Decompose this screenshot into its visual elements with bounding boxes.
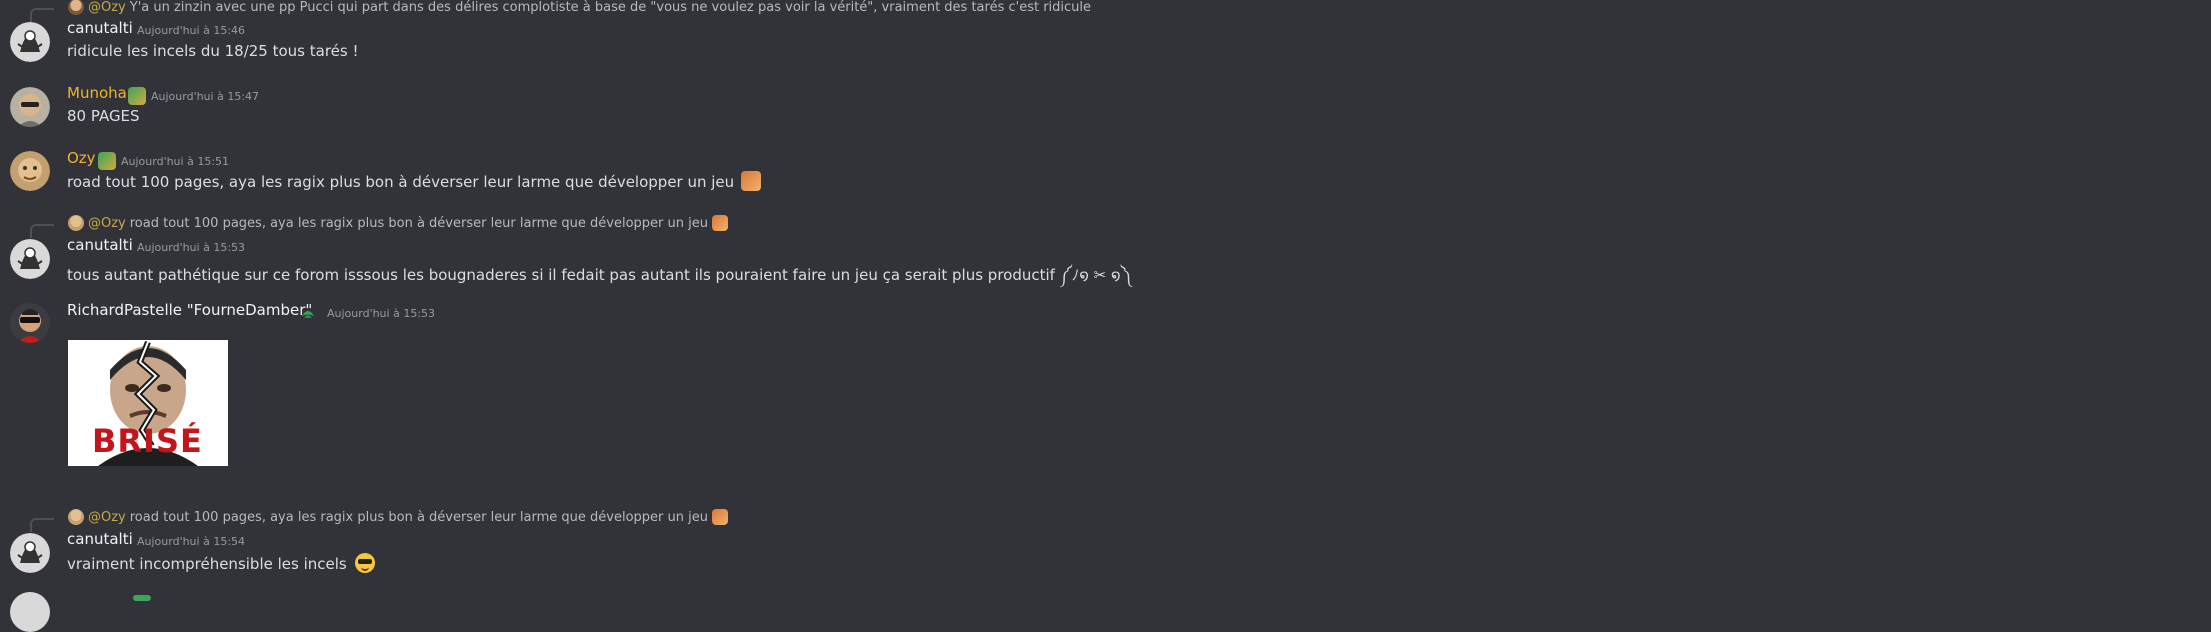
username[interactable]: canutalti	[67, 19, 133, 37]
avatar[interactable]	[10, 303, 50, 343]
reply-spine	[30, 224, 54, 238]
username[interactable]: Munoha	[67, 84, 127, 102]
reply-avatar	[68, 215, 84, 231]
sunglasses-emoji-icon	[354, 553, 375, 573]
avatar[interactable]	[10, 592, 50, 632]
role-icon	[133, 595, 151, 601]
username[interactable]: RichardPastelle "FourneDamber"	[67, 301, 312, 319]
timestamp[interactable]: Aujourd'hui à 15:53	[327, 307, 435, 320]
reply-preview[interactable]: @Ozy Y'a un zinzin avec une pp Pucci qui…	[30, 0, 1091, 22]
leaf-icon	[302, 311, 314, 318]
timestamp[interactable]: Aujourd'hui à 15:53	[137, 241, 245, 254]
avatar[interactable]	[10, 151, 50, 191]
attached-image[interactable]: BRISÉ	[68, 340, 228, 466]
role-icon	[128, 87, 146, 105]
message-text: ridicule les incels du 18/25 tous tarés …	[67, 42, 359, 60]
message-text: 80 PAGES	[67, 107, 140, 125]
timestamp[interactable]: Aujourd'hui à 15:54	[137, 535, 245, 548]
message-text: road tout 100 pages, aya les ragix plus …	[67, 171, 761, 191]
custom-emoji-icon	[740, 171, 761, 191]
reply-mention[interactable]: @Ozy	[88, 216, 126, 231]
reply-mention[interactable]: @Ozy	[88, 510, 126, 525]
avatar-image	[10, 239, 50, 279]
reply-spine	[30, 8, 54, 22]
timestamp[interactable]: Aujourd'hui à 15:47	[151, 90, 259, 103]
avatar[interactable]	[10, 87, 50, 127]
reply-spine	[30, 518, 54, 532]
message-text-content: road tout 100 pages, aya les ragix plus …	[67, 173, 735, 191]
reply-mention[interactable]: @Ozy	[88, 0, 126, 15]
custom-emoji-icon	[711, 215, 728, 231]
reply-text[interactable]: road tout 100 pages, aya les ragix plus …	[130, 510, 708, 525]
reply-avatar	[68, 509, 84, 525]
custom-emoji-icon	[711, 509, 728, 525]
meme-caption: BRISÉ	[92, 422, 203, 460]
message-text-content: vraiment incompréhensible les incels	[67, 555, 347, 573]
message-text: tous autant pathétique sur ce forom isss…	[67, 266, 1132, 284]
username[interactable]: Ozy	[67, 149, 96, 167]
reply-avatar	[68, 0, 84, 15]
reply-text[interactable]: road tout 100 pages, aya les ragix plus …	[130, 216, 708, 231]
avatar-image	[10, 533, 50, 573]
reply-text[interactable]: Y'a un zinzin avec une pp Pucci qui part…	[130, 0, 1091, 15]
avatar-image	[10, 303, 50, 343]
avatar-image	[10, 87, 50, 127]
reply-preview[interactable]: @Ozy road tout 100 pages, aya les ragix …	[30, 508, 728, 532]
avatar[interactable]	[10, 533, 50, 573]
avatar-image	[10, 151, 50, 191]
timestamp[interactable]: Aujourd'hui à 15:51	[121, 155, 229, 168]
username[interactable]: canutalti	[67, 236, 133, 254]
avatar[interactable]	[10, 239, 50, 279]
timestamp[interactable]: Aujourd'hui à 15:46	[137, 24, 245, 37]
role-icon	[299, 304, 317, 322]
chat-message-list: @Ozy Y'a un zinzin avec une pp Pucci qui…	[0, 0, 2211, 632]
reply-preview[interactable]: @Ozy road tout 100 pages, aya les ragix …	[30, 214, 728, 238]
role-icon	[98, 152, 116, 170]
avatar[interactable]	[10, 22, 50, 62]
avatar-image	[10, 22, 50, 62]
username[interactable]: canutalti	[67, 530, 133, 548]
message-text: vraiment incompréhensible les incels	[67, 553, 375, 573]
